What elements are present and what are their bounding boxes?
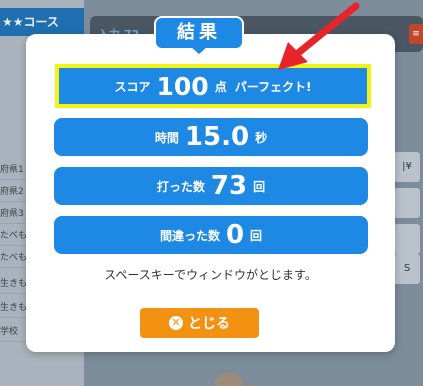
time-value: 15.0 <box>184 122 250 152</box>
typed-count-unit: 回 <box>253 179 266 194</box>
mistake-count-row: 間違った数 0 回 <box>54 216 368 254</box>
keyboard-key: |¥ <box>394 152 420 182</box>
close-hint: スペースキーでウィンドウがとじます。 <box>104 268 317 282</box>
typed-count-row: 打った数 73 回 <box>54 167 368 205</box>
typed-count-label: 打った数 <box>156 179 205 194</box>
mistake-count-unit: 回 <box>250 228 263 243</box>
score-label: スコア <box>114 79 151 94</box>
annotation-arrow-icon <box>278 2 360 70</box>
close-circle-icon: ✕ <box>169 316 183 330</box>
time-row: 時間 15.0 秒 <box>54 118 368 156</box>
score-value: 100 <box>156 71 209 101</box>
result-title: 結果 <box>154 16 244 50</box>
result-title-pointer <box>191 47 207 54</box>
keyboard-key <box>394 188 420 218</box>
mistake-count-value: 0 <box>225 220 245 250</box>
keyboard-key: S <box>394 254 420 284</box>
keyboard-preview: |¥ S <box>394 136 423 336</box>
time-unit: 秒 <box>255 130 268 145</box>
close-button-label: とじる <box>188 316 230 332</box>
score-unit: 点 <box>214 79 227 94</box>
mistake-count-label: 間違った数 <box>159 228 220 243</box>
close-button[interactable]: ✕ とじる <box>140 308 259 338</box>
score-perfect-label: パーフェクト! <box>234 79 312 94</box>
menu-button[interactable]: ≡ <box>409 24 423 44</box>
keyboard-key <box>394 224 420 254</box>
typed-count-value: 73 <box>210 171 248 201</box>
time-label: 時間 <box>154 130 179 145</box>
course-title: ★★コース <box>0 8 84 36</box>
